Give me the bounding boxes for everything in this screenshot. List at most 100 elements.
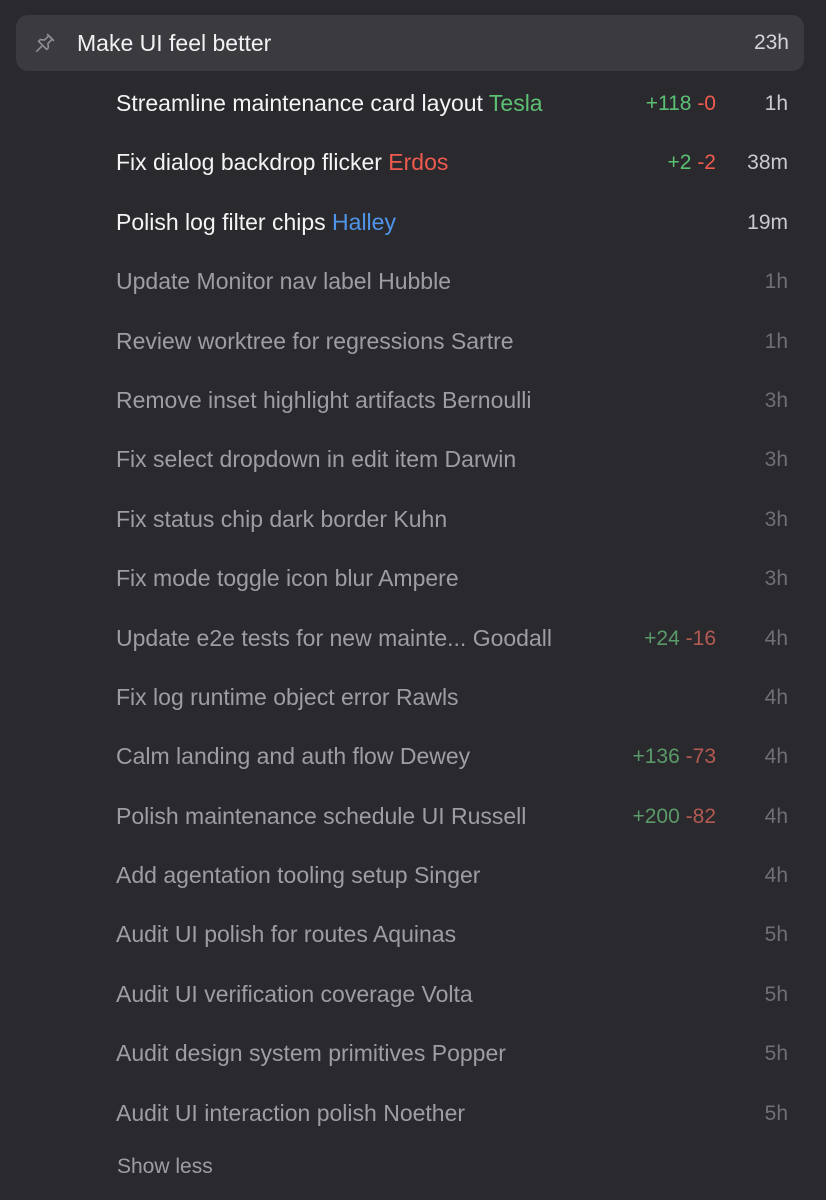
task-row[interactable]: Add agentation tooling setup Singer 4h	[0, 846, 826, 905]
task-time: 3h	[764, 567, 788, 591]
task-text: Audit UI interaction polish Noether	[116, 1084, 465, 1143]
task-list: Streamline maintenance card layout Tesla…	[0, 74, 826, 1143]
diff-deletions: -16	[685, 626, 716, 650]
task-title: Calm landing and auth flow	[116, 743, 394, 770]
diff-additions: +24	[644, 626, 680, 650]
task-time: 5h	[764, 1101, 788, 1125]
task-time: 1h	[764, 270, 788, 294]
task-text: Streamline maintenance card layout Tesla	[116, 74, 543, 133]
diff-additions: +2	[667, 151, 692, 175]
task-title: Audit design system primitives	[116, 1040, 426, 1067]
task-text: Fix log runtime object error Rawls	[116, 668, 459, 727]
task-time: 5h	[764, 982, 788, 1006]
task-text: Fix dialog backdrop flicker Erdos	[116, 133, 448, 192]
task-text: Audit UI polish for routes Aquinas	[116, 905, 456, 964]
diff-deletions: -2	[697, 151, 716, 175]
task-agent-name: Darwin	[444, 446, 517, 473]
task-row[interactable]: Fix log runtime object error Rawls 4h	[0, 668, 826, 727]
task-time: 4h	[764, 864, 788, 888]
task-agent-name: Erdos	[388, 149, 449, 176]
task-title: Fix mode toggle icon blur	[116, 565, 373, 592]
task-row[interactable]: Fix mode toggle icon blur Ampere 3h	[0, 549, 826, 608]
task-row[interactable]: Remove inset highlight artifacts Bernoul…	[0, 371, 826, 430]
diff-deletions: -82	[685, 804, 716, 828]
task-agent-name: Sartre	[450, 327, 514, 354]
task-agent-name: Halley	[332, 208, 396, 235]
task-time: 5h	[764, 1042, 788, 1066]
pinned-task-title: Make UI feel better	[77, 30, 272, 56]
task-row[interactable]: Update Monitor nav label Hubble 1h	[0, 252, 826, 311]
task-text: Audit design system primitives Popper	[116, 1024, 506, 1083]
task-text: Calm landing and auth flow Dewey	[116, 727, 470, 786]
task-title: Remove inset highlight artifacts	[116, 386, 436, 413]
task-time: 3h	[764, 507, 788, 531]
diff-stats: +118 -0	[646, 74, 716, 133]
task-row[interactable]: Calm landing and auth flow Dewey +136 -73…	[0, 727, 826, 786]
pin-icon[interactable]	[33, 31, 57, 55]
task-title: Audit UI verification coverage	[116, 980, 416, 1007]
task-title: Update e2e tests for new mainte...	[116, 624, 467, 651]
task-title: Audit UI polish for routes	[116, 921, 368, 948]
show-less-button[interactable]: Show less	[117, 1152, 213, 1182]
task-agent-name: Volta	[421, 980, 473, 1007]
task-time: 4h	[764, 685, 788, 709]
task-agent-name: Noether	[383, 1099, 466, 1126]
task-agent-name: Aquinas	[372, 921, 457, 948]
diff-additions: +118	[645, 92, 692, 115]
task-title: Fix status chip dark border	[116, 505, 388, 532]
task-row[interactable]: Fix status chip dark border Kuhn 3h	[0, 490, 826, 549]
task-agent-name: Bernoulli	[442, 386, 532, 413]
task-time: 1h	[764, 329, 788, 353]
diff-deletions: -0	[697, 92, 716, 115]
task-time: 4h	[764, 804, 788, 828]
task-row[interactable]: Audit UI verification coverage Volta 5h	[0, 965, 826, 1024]
task-time: 19m	[747, 210, 788, 234]
task-title: Update Monitor nav label	[116, 268, 372, 295]
task-row[interactable]: Fix dialog backdrop flicker Erdos +2 -2 38…	[0, 133, 826, 192]
diff-stats: +2 -2	[668, 133, 716, 192]
diff-deletions: -73	[685, 745, 716, 769]
task-row[interactable]: Streamline maintenance card layout Tesla…	[0, 74, 826, 133]
task-text: Update Monitor nav label Hubble	[116, 252, 451, 311]
task-text: Fix status chip dark border Kuhn	[116, 490, 447, 549]
task-title: Add agentation tooling setup	[116, 862, 408, 889]
task-agent-name: Ampere	[378, 565, 459, 592]
task-agent-name: Singer	[413, 862, 481, 889]
diff-additions: +136	[632, 745, 680, 769]
task-row[interactable]: Polish log filter chips Halley 19m	[0, 193, 826, 252]
task-agent-name: Russell	[450, 802, 527, 829]
task-time: 38m	[747, 151, 788, 175]
task-title: Review worktree for regressions	[116, 327, 445, 354]
task-text: Fix mode toggle icon blur Ampere	[116, 549, 459, 608]
diff-stats: +24 -16	[644, 609, 716, 668]
task-title: Streamline maintenance card layout	[116, 90, 483, 116]
task-row[interactable]: Audit design system primitives Popper 5h	[0, 1024, 826, 1083]
diff-additions: +200	[632, 804, 680, 828]
task-agent-name: Tesla	[488, 90, 543, 116]
task-time: 5h	[764, 923, 788, 947]
task-text: Review worktree for regressions Sartre	[116, 312, 514, 371]
task-time: 4h	[764, 626, 788, 650]
task-time: 3h	[764, 448, 788, 472]
task-row[interactable]: Update e2e tests for new mainte... Gooda…	[0, 609, 826, 668]
task-agent-name: Goodall	[472, 624, 552, 651]
task-agent-name: Hubble	[378, 268, 451, 295]
task-agent-name: Dewey	[399, 743, 471, 770]
task-row[interactable]: Fix select dropdown in edit item Darwin 3…	[0, 430, 826, 489]
task-text: Remove inset highlight artifacts Bernoul…	[116, 371, 532, 430]
task-text: Audit UI verification coverage Volta	[116, 965, 473, 1024]
task-title: Fix dialog backdrop flicker	[116, 149, 382, 176]
task-title: Fix log runtime object error	[116, 683, 390, 710]
pinned-task-time: 23h	[753, 31, 789, 54]
task-time: 1h	[764, 92, 788, 115]
task-row[interactable]: Audit UI interaction polish Noether 5h	[0, 1084, 826, 1143]
task-text: Add agentation tooling setup Singer	[116, 846, 480, 905]
task-row[interactable]: Review worktree for regressions Sartre 1h	[0, 312, 826, 371]
pinned-task-row[interactable]: Make UI feel better 23h	[16, 15, 804, 71]
task-row[interactable]: Audit UI polish for routes Aquinas 5h	[0, 905, 826, 964]
task-text: Polish maintenance schedule UI Russell	[116, 787, 526, 846]
task-text: Polish log filter chips Halley	[116, 193, 396, 252]
task-text: Update e2e tests for new mainte... Gooda…	[116, 609, 552, 668]
diff-stats: +200 -82	[632, 787, 716, 846]
task-row[interactable]: Polish maintenance schedule UI Russell +2…	[0, 787, 826, 846]
